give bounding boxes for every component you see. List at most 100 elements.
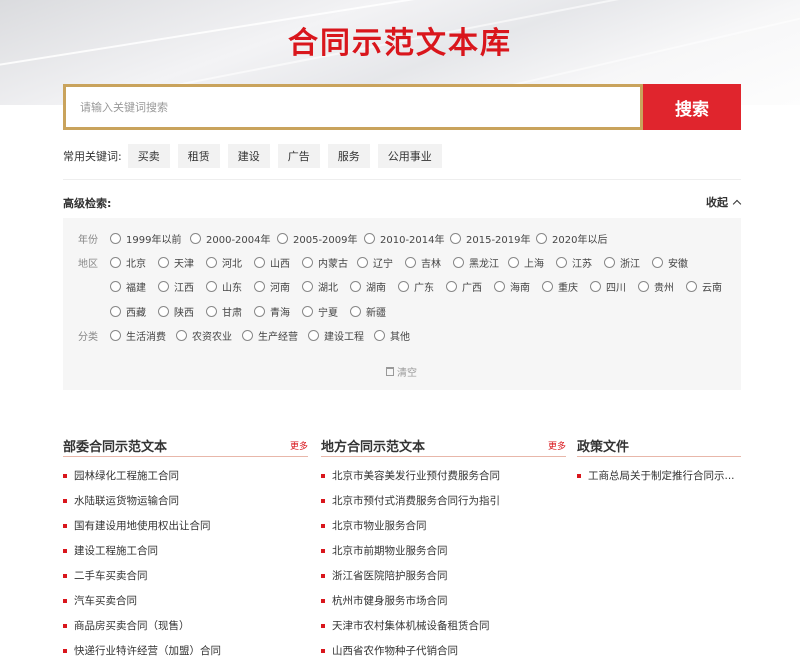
list-item[interactable]: 北京市预付式消费服务合同行为指引 (321, 488, 566, 513)
section-divider (63, 179, 741, 180)
year-filter-row: 年份 1999年以前 2000-2004年 2005-2009年 2010-20… (78, 230, 616, 246)
bullet-icon (321, 498, 325, 503)
list-item[interactable]: 水陆联运货物运输合同 (63, 488, 308, 513)
region-option[interactable]: 河北 (206, 255, 254, 270)
region-option[interactable]: 江苏 (556, 255, 604, 270)
region-option[interactable]: 贵州 (638, 279, 686, 294)
region-option[interactable]: 广西 (446, 279, 494, 294)
keyword-tag[interactable]: 建设 (227, 144, 270, 168)
policy-documents-column: 政策文件 工商总局关于制定推行合同示... (577, 433, 741, 488)
bullet-icon (63, 573, 67, 578)
region-filter-row: 西藏 陕西 甘肃 青海 宁夏 新疆 (78, 303, 398, 319)
region-option[interactable]: 甘肃 (206, 304, 254, 319)
radio-icon (110, 329, 121, 341)
radio-icon (206, 256, 217, 268)
search-input[interactable] (66, 87, 640, 127)
more-link[interactable]: 更多 (548, 439, 566, 452)
bullet-icon (321, 573, 325, 578)
keyword-tag[interactable]: 服务 (327, 144, 370, 168)
year-option[interactable]: 2015-2019年 (450, 231, 536, 246)
list-item[interactable]: 北京市前期物业服务合同 (321, 538, 566, 563)
category-option[interactable]: 其他 (374, 328, 424, 343)
region-filter-row: 地区 北京 天津 河北 山西 内蒙古 辽宁 吉林 黑龙江 上海 江苏 浙江 安徽 (78, 254, 696, 270)
region-option[interactable]: 北京 (110, 255, 158, 270)
region-option[interactable]: 四川 (590, 279, 638, 294)
region-option[interactable]: 山西 (254, 255, 302, 270)
keyword-tag[interactable]: 租赁 (177, 144, 220, 168)
bullet-icon (63, 523, 67, 528)
region-option[interactable]: 江西 (158, 279, 206, 294)
region-option[interactable]: 安徽 (652, 255, 696, 270)
region-option[interactable]: 陕西 (158, 304, 206, 319)
year-option[interactable]: 2000-2004年 (190, 231, 277, 246)
list-item[interactable]: 二手车买卖合同 (63, 563, 308, 588)
list-item[interactable]: 国有建设用地使用权出让合同 (63, 513, 308, 538)
list-item[interactable]: 工商总局关于制定推行合同示... (577, 463, 741, 488)
more-link[interactable]: 更多 (290, 439, 308, 452)
category-option[interactable]: 建设工程 (308, 328, 374, 343)
radio-icon (450, 232, 461, 244)
list-item[interactable]: 山西省农作物种子代销合同 (321, 638, 566, 663)
keywords-label: 常用关键词: (63, 150, 122, 163)
region-option[interactable]: 山东 (206, 279, 254, 294)
region-option[interactable]: 福建 (110, 279, 158, 294)
region-label: 地区 (78, 258, 98, 270)
list-item[interactable]: 商品房买卖合同（现售） (63, 613, 308, 638)
region-option[interactable]: 重庆 (542, 279, 590, 294)
radio-icon (110, 232, 121, 244)
list-item[interactable]: 北京市物业服务合同 (321, 513, 566, 538)
region-option[interactable]: 湖北 (302, 279, 350, 294)
category-option[interactable]: 生产经营 (242, 328, 308, 343)
keyword-tag[interactable]: 公用事业 (377, 144, 442, 168)
keyword-tag[interactable]: 买卖 (127, 144, 170, 168)
list-item[interactable]: 天津市农村集体机械设备租赁合同 (321, 613, 566, 638)
region-option[interactable]: 宁夏 (302, 304, 350, 319)
list-item[interactable]: 园林绿化工程施工合同 (63, 463, 308, 488)
region-option[interactable]: 西藏 (110, 304, 158, 319)
region-option[interactable]: 天津 (158, 255, 206, 270)
region-option[interactable]: 青海 (254, 304, 302, 319)
column-header: 部委合同示范文本 更多 (63, 433, 308, 457)
region-option[interactable]: 海南 (494, 279, 542, 294)
search-button[interactable]: 搜索 (643, 84, 741, 130)
list-item[interactable]: 汽车买卖合同 (63, 588, 308, 613)
category-option[interactable]: 生活消费 (110, 328, 176, 343)
radio-icon (206, 280, 217, 292)
region-option[interactable]: 黑龙江 (453, 255, 508, 270)
year-option[interactable]: 2005-2009年 (277, 231, 364, 246)
region-option[interactable]: 湖南 (350, 279, 398, 294)
region-option[interactable]: 河南 (254, 279, 302, 294)
bullet-icon (321, 648, 325, 653)
list-item[interactable]: 杭州市健身服务市场合同 (321, 588, 566, 613)
list-item[interactable]: 快递行业特许经营（加盟）合同 (63, 638, 308, 663)
radio-icon (308, 329, 319, 341)
column-header: 地方合同示范文本 更多 (321, 433, 566, 457)
region-option[interactable]: 上海 (508, 255, 556, 270)
collapse-toggle[interactable]: 收起 (706, 194, 742, 210)
radio-icon (536, 232, 547, 244)
trash-icon (386, 367, 394, 376)
radio-icon (446, 280, 457, 292)
region-option[interactable]: 辽宁 (357, 255, 405, 270)
region-option[interactable]: 浙江 (604, 255, 652, 270)
clear-filters-button[interactable]: 清空 (386, 364, 417, 379)
list-item[interactable]: 浙江省医院陪护服务合同 (321, 563, 566, 588)
radio-icon (405, 256, 416, 268)
category-option[interactable]: 农资农业 (176, 328, 242, 343)
list-item[interactable]: 建设工程施工合同 (63, 538, 308, 563)
advanced-filter-panel: 年份 1999年以前 2000-2004年 2005-2009年 2010-20… (63, 218, 741, 390)
radio-icon (277, 232, 288, 244)
region-option[interactable]: 新疆 (350, 304, 398, 319)
keyword-tag[interactable]: 广告 (277, 144, 320, 168)
radio-icon (453, 256, 464, 268)
region-option[interactable]: 云南 (686, 279, 730, 294)
year-option[interactable]: 2010-2014年 (364, 231, 450, 246)
region-option[interactable]: 吉林 (405, 255, 453, 270)
region-option[interactable]: 内蒙古 (302, 255, 357, 270)
region-option[interactable]: 广东 (398, 279, 446, 294)
year-option[interactable]: 2020年以后 (536, 231, 616, 246)
list-item[interactable]: 北京市美容美发行业预付费服务合同 (321, 463, 566, 488)
radio-icon (158, 305, 169, 317)
year-option[interactable]: 1999年以前 (110, 231, 190, 246)
column-title: 地方合同示范文本 (321, 440, 426, 455)
